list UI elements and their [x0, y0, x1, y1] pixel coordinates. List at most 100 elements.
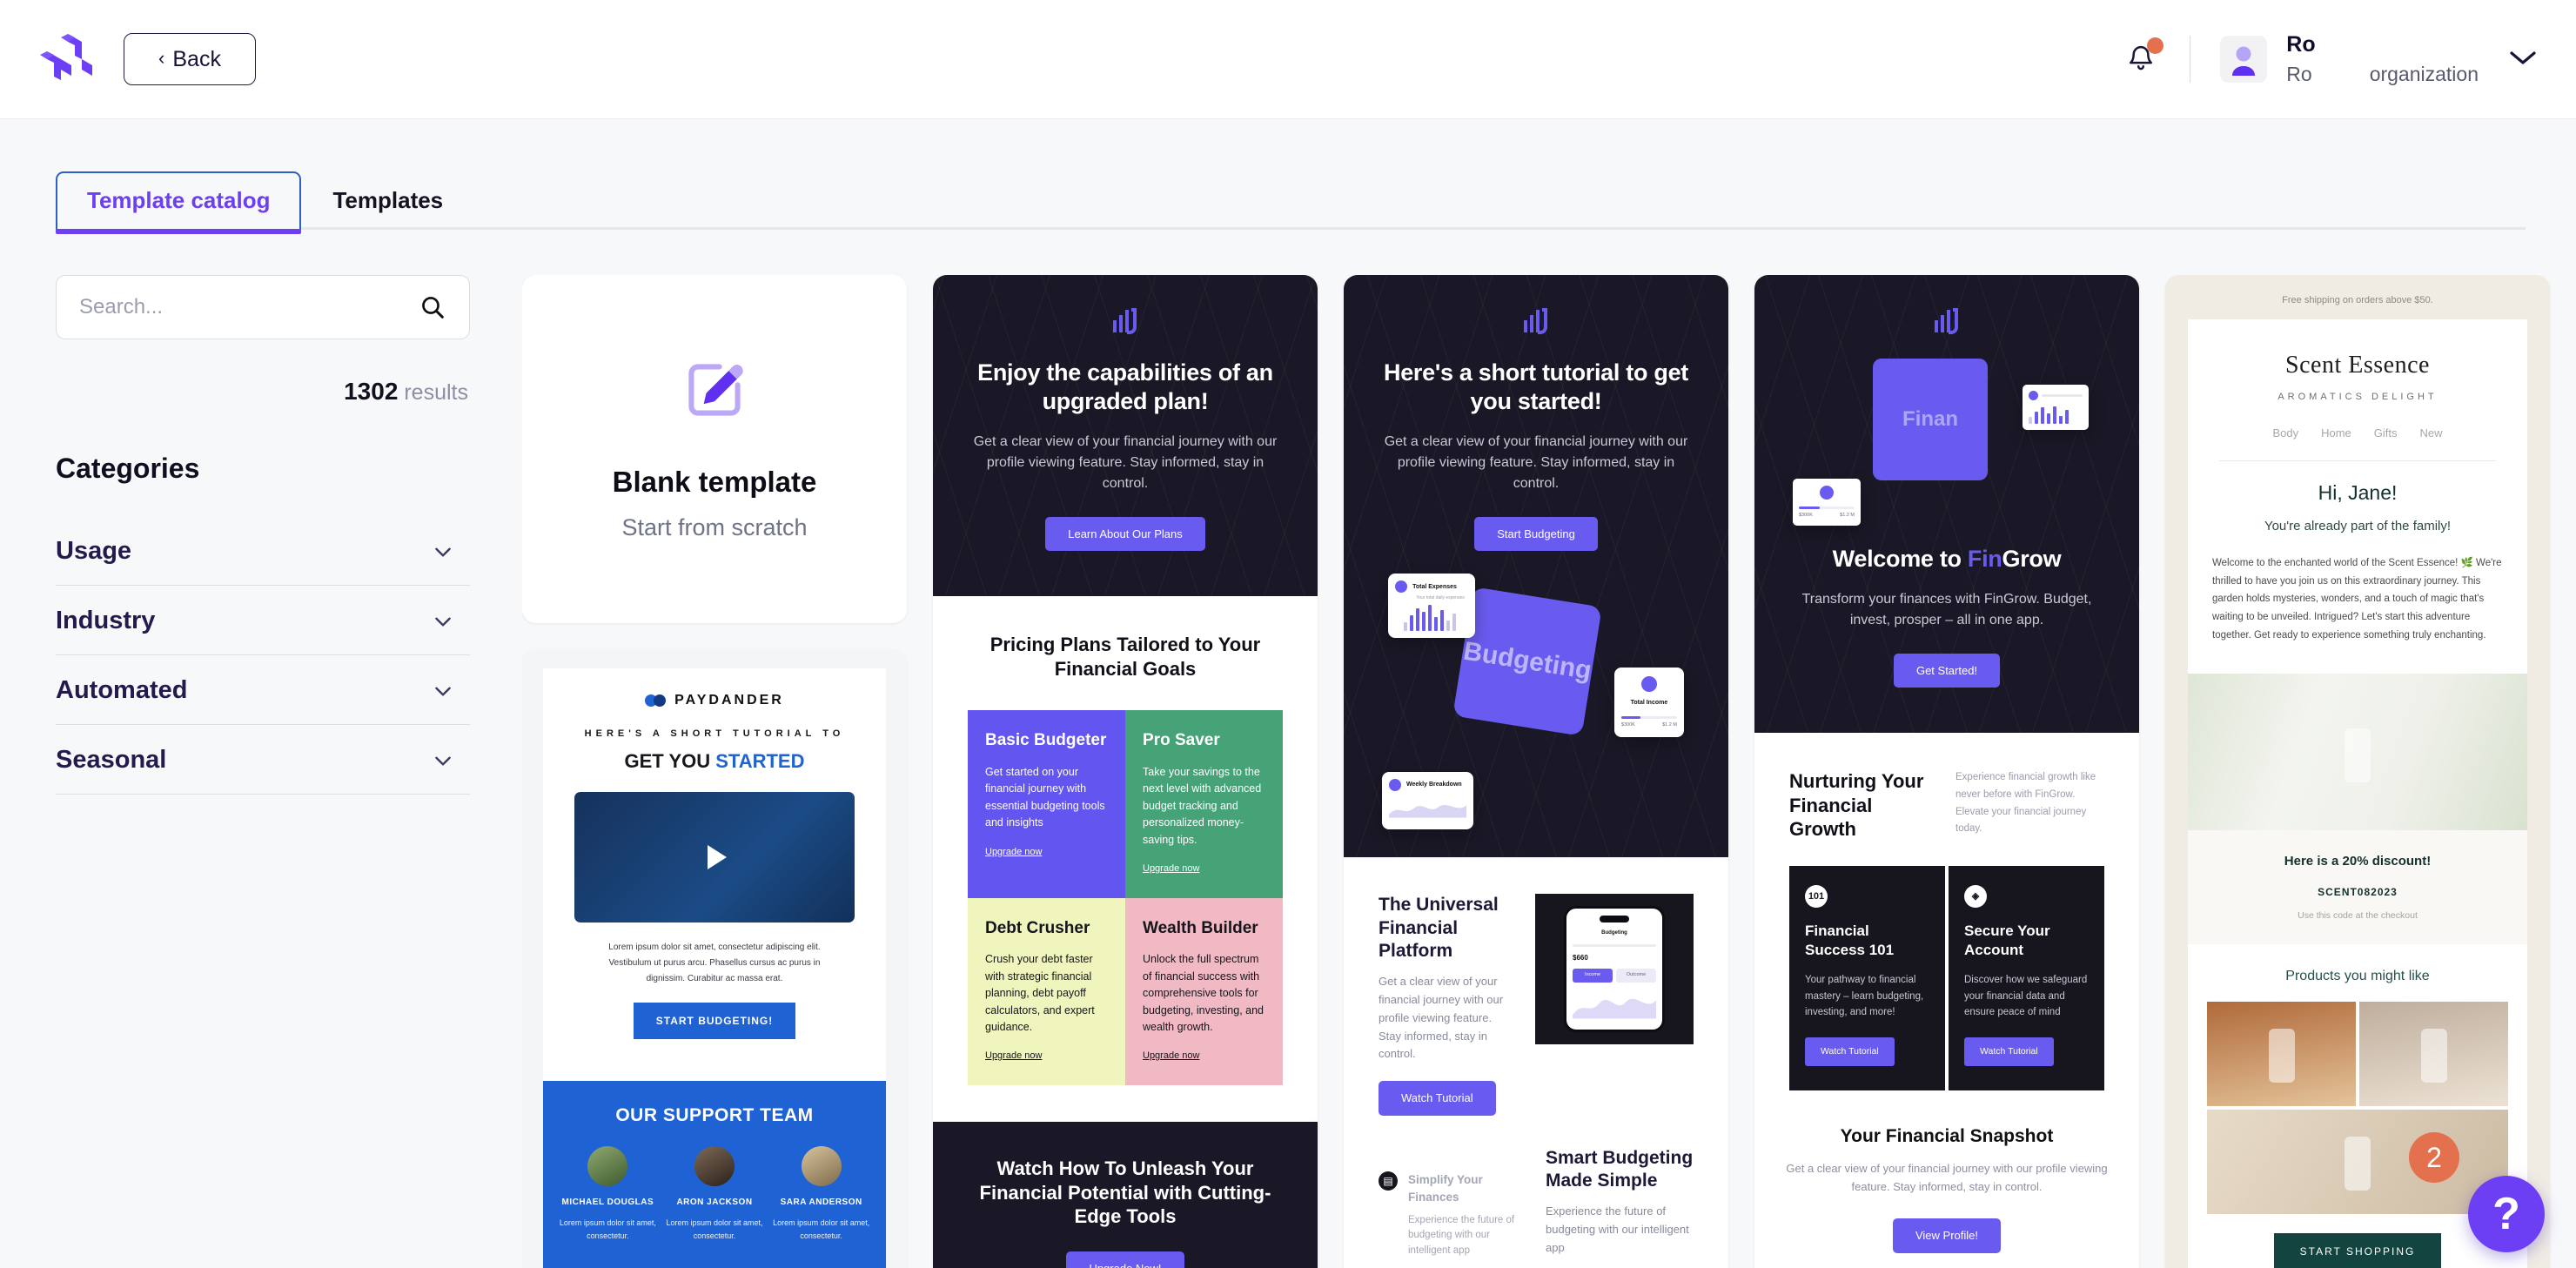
template-card-paydander[interactable]: PAYDANDER HERE'S A SHORT TUTORIAL TO GET…: [522, 649, 907, 1268]
total-income-card: Total Income $300K $1.2 M: [1613, 668, 1684, 738]
product-image[interactable]: [2207, 1001, 2356, 1106]
template-grid: Blank template Start from scratch PAYDAN…: [522, 275, 2576, 1268]
tile-cta[interactable]: Watch Tutorial: [1805, 1037, 1895, 1066]
plan-link[interactable]: Upgrade now: [1143, 1050, 1199, 1063]
filter-industry[interactable]: Industry: [56, 586, 470, 655]
back-button[interactable]: ‹ Back: [124, 33, 256, 85]
snapshot-section: Your Financial Snapshot Get a clear view…: [1754, 1090, 2139, 1268]
plan-name: Basic Budgeter: [985, 731, 1107, 750]
tile-financial-success: 101 Financial Success 101 Your pathway t…: [1789, 865, 1945, 1090]
chart-card: [2022, 385, 2089, 430]
nav-new[interactable]: New: [2420, 426, 2443, 441]
nav-gifts[interactable]: Gifts: [2374, 426, 2398, 441]
mini-bar-chart: [1395, 601, 1468, 632]
hero-photo: [2188, 674, 2527, 831]
tab-template-catalog[interactable]: Template catalog: [56, 171, 302, 234]
upgrade-hero-cta[interactable]: Learn About Our Plans: [1045, 516, 1205, 552]
plan-card: Basic Budgeter Get started on your finan…: [968, 710, 1125, 898]
plan-grid: Basic Budgeter Get started on your finan…: [968, 710, 1283, 1086]
plan-link[interactable]: Upgrade now: [1143, 862, 1199, 876]
user-menu[interactable]: Ro Ro organization: [2286, 32, 2479, 86]
filter-label: Usage: [56, 537, 132, 565]
chevron-down-icon: [435, 547, 451, 557]
tutorial-hero-cta[interactable]: Start Budgeting: [1474, 516, 1598, 552]
grid-column-2: Enjoy the capabilities of an upgraded pl…: [933, 275, 1318, 1268]
play-icon: [707, 845, 727, 870]
brand-logo[interactable]: [37, 30, 96, 88]
plan-name: Debt Crusher: [985, 918, 1090, 937]
floating-cards: Budgeting Total Expenses Your total dail…: [1382, 574, 1690, 835]
tab-templates[interactable]: Templates: [301, 171, 474, 230]
products-title: Products you might like: [2285, 969, 2430, 984]
product-image[interactable]: [2359, 1001, 2508, 1106]
search-icon[interactable]: [419, 293, 446, 321]
tutorial-preview: Here's a short tutorial to get you start…: [1344, 275, 1728, 1268]
filter-automated[interactable]: Automated: [56, 655, 470, 725]
nurture-title: Nurturing Your Financial Growth: [1789, 770, 1924, 841]
user-subline: Ro organization: [2286, 63, 2479, 86]
video-thumbnail[interactable]: [574, 792, 855, 923]
phone-frame: Budgeting $660 Income Outcome: [1535, 894, 1694, 1045]
plan-link[interactable]: Upgrade now: [985, 846, 1042, 859]
list-item: ARON JACKSON Lorem ipsum dolor sit amet,…: [666, 1145, 764, 1244]
layout-icon: ▤: [1379, 1171, 1398, 1191]
chevron-down-icon: [2510, 50, 2536, 64]
tab-label: Template catalog: [87, 187, 271, 213]
fingrow-hero: Finan $300K $1.2 M Welcome to FinGrow Tr…: [1754, 275, 2139, 734]
support-team-title: OUR SUPPORT TEAM: [615, 1105, 814, 1126]
template-card-upgrade[interactable]: Enjoy the capabilities of an upgraded pl…: [933, 275, 1318, 1268]
fingrow-preview: Finan $300K $1.2 M Welcome to FinGrow Tr…: [1754, 275, 2139, 1268]
paydander-cta[interactable]: START BUDGETING!: [633, 1003, 796, 1040]
avatar[interactable]: [2220, 36, 2268, 83]
phone-tab-income[interactable]: Income: [1573, 969, 1613, 983]
plan-link[interactable]: Upgrade now: [985, 1050, 1042, 1063]
user-avatar-icon: [2232, 46, 2256, 76]
template-card-fingrow[interactable]: Finan $300K $1.2 M Welcome to FinGrow Tr…: [1754, 275, 2139, 1268]
results-number: 1302: [344, 378, 399, 405]
search-input[interactable]: [79, 295, 410, 319]
tile-desc: Discover how we safeguard your financial…: [1964, 975, 2088, 1017]
tutorial-hero-lead: Get a clear view of your financial journ…: [1384, 433, 1688, 491]
snapshot-cta[interactable]: View Profile!: [1892, 1218, 2001, 1253]
filter-usage[interactable]: Usage: [56, 525, 470, 586]
avatar: [694, 1145, 735, 1186]
blank-template-card[interactable]: Blank template Start from scratch: [522, 275, 907, 623]
paydander-mark-icon: [645, 694, 667, 707]
results-label: results: [404, 380, 468, 405]
grid-column-3: Here's a short tutorial to get you start…: [1344, 275, 1728, 1268]
fingrow-hero-cta[interactable]: Get Started!: [1893, 653, 2001, 688]
notification-dot: [2147, 37, 2164, 54]
list-item: MICHAEL DOUGLAS Lorem ipsum dolor sit am…: [559, 1145, 657, 1244]
platform-section: The Universal Financial Platform Get a c…: [1344, 857, 1728, 1124]
tab-bar: Template catalog Templates: [0, 119, 2576, 234]
watch-cta[interactable]: Upgrade Now!: [1066, 1251, 1184, 1268]
search-box[interactable]: [56, 275, 470, 339]
notifications-button[interactable]: [2118, 37, 2164, 82]
filter-seasonal[interactable]: Seasonal: [56, 725, 470, 795]
user-org-label: organization: [2369, 62, 2479, 85]
tile-cta[interactable]: Watch Tutorial: [1964, 1037, 2054, 1066]
phone-tab-outcome[interactable]: Outcome: [1616, 969, 1656, 983]
pricing-title: Pricing Plans Tailored to Your Financial…: [989, 634, 1261, 680]
member-text: Lorem ipsum dolor sit amet, consectetur.: [559, 1218, 656, 1241]
user-menu-toggle[interactable]: [2508, 48, 2538, 71]
product-grid: [2207, 1001, 2508, 1214]
grid-column-1: Blank template Start from scratch PAYDAN…: [522, 275, 907, 1268]
budgeting-label: Budgeting: [1461, 636, 1593, 686]
plan-card: Wealth Builder Unlock the full spectrum …: [1125, 897, 1283, 1086]
help-badge-count[interactable]: 2: [2409, 1132, 2459, 1183]
template-card-tutorial[interactable]: Here's a short tutorial to get you start…: [1344, 275, 1728, 1268]
blank-template-subtitle: Start from scratch: [621, 514, 808, 540]
template-card-scent-essence[interactable]: Free shipping on orders above $50. Scent…: [2165, 275, 2550, 1268]
platform-cta[interactable]: Watch Tutorial: [1379, 1081, 1496, 1116]
product-image[interactable]: [2207, 1109, 2508, 1214]
start-shopping-button[interactable]: START SHOPPING: [2273, 1232, 2442, 1268]
income-icon: [1640, 676, 1657, 693]
fingrow-logo-icon: [971, 306, 1279, 336]
member-text: Lorem ipsum dolor sit amet, consectetur.: [773, 1218, 870, 1241]
help-button[interactable]: ?: [2468, 1176, 2545, 1252]
nav-body[interactable]: Body: [2272, 426, 2298, 441]
watch-title: Watch How To Unleash Your Financial Pote…: [979, 1157, 1271, 1228]
chevron-down-icon: [435, 687, 451, 696]
nav-home[interactable]: Home: [2321, 426, 2351, 441]
